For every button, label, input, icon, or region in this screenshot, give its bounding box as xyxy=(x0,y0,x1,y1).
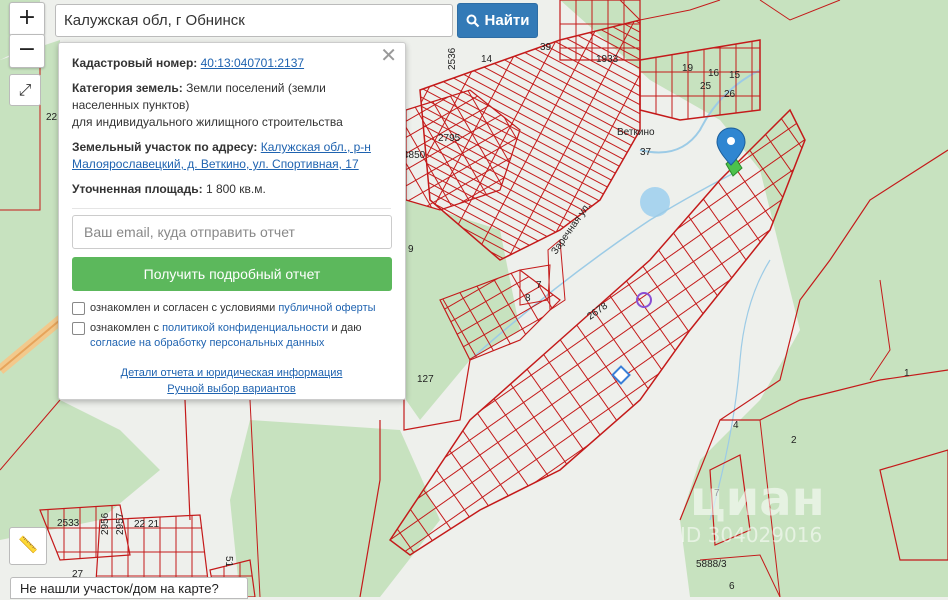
divider xyxy=(72,208,391,209)
offer-consent-row: ознакомлен и согласен с условиями публич… xyxy=(72,301,391,316)
consent-text: и даю xyxy=(331,322,362,334)
privacy-policy-link[interactable]: политикой конфиденциальности xyxy=(162,322,328,334)
cad-number-label: 51 xyxy=(223,556,234,568)
cad-number-label: 2533 xyxy=(57,518,80,529)
privacy-consent-row: ознакомлен с политикой конфиденциальност… xyxy=(72,321,391,351)
cad-number-label: 1933 xyxy=(596,54,619,65)
address-row: Земельный участок по адресу: Калужская о… xyxy=(72,139,391,173)
cad-number-label: 4850 xyxy=(403,150,426,161)
privacy-consent-text: ознакомлен с политикой конфиденциальност… xyxy=(90,321,391,351)
watermark-id: ID 304029016 xyxy=(680,523,822,547)
personal-data-consent-link[interactable]: согласие на обработку персональных данны… xyxy=(90,337,324,349)
consent-text: ознакомлен с xyxy=(90,322,160,334)
search-button[interactable]: Найти xyxy=(457,3,538,38)
cad-number-label: 16 xyxy=(708,68,720,79)
offer-consent-checkbox[interactable] xyxy=(72,302,85,315)
offer-link[interactable]: публичной оферты xyxy=(278,302,375,314)
cad-number-label: 21 xyxy=(148,519,160,530)
search-input[interactable]: Калужская обл, г Обнинск xyxy=(55,4,453,37)
area-row: Уточненная площадь: 1 800 кв.м. xyxy=(72,181,391,198)
category-label: Категория земель: xyxy=(72,81,183,95)
manual-selection-link[interactable]: Ручной выбор вариантов xyxy=(167,383,295,395)
cad-number-label: 14 xyxy=(481,54,493,65)
watermark-brand: циан xyxy=(690,471,825,527)
cad-number-label: 22 xyxy=(134,519,146,530)
cad-number-label: 1 xyxy=(904,368,910,379)
cad-number-label: 127 xyxy=(417,374,434,385)
parcel-info-panel: ✕ Кадастровый номер: 40:13:040701:2137 К… xyxy=(58,42,406,400)
category-use: для индивидуального жилищного строительс… xyxy=(72,115,343,129)
panel-links: Детали отчета и юридическая информация Р… xyxy=(72,365,391,397)
cadastral-row: Кадастровый номер: 40:13:040701:2137 xyxy=(72,55,391,72)
report-details-link[interactable]: Детали отчета и юридическая информация xyxy=(121,367,343,379)
search-button-label: Найти xyxy=(484,12,530,29)
close-icon[interactable]: ✕ xyxy=(380,45,397,65)
fullscreen-icon[interactable]: ⤢ xyxy=(9,74,41,106)
area-label: Уточненная площадь: xyxy=(72,182,203,196)
cad-number-label: 7 xyxy=(536,280,542,291)
cad-number-label: 6 xyxy=(729,581,735,592)
email-field[interactable]: Ваш email, куда отправить отчет xyxy=(72,215,392,249)
cad-number-label: 2956 xyxy=(100,512,111,535)
search-icon xyxy=(466,14,479,27)
get-report-button[interactable]: Получить подробный отчет xyxy=(72,257,392,291)
cad-number-label: 8 xyxy=(525,293,531,304)
zoom-out-button[interactable]: − xyxy=(9,34,45,68)
address-label: Земельный участок по адресу: xyxy=(72,140,258,154)
cad-number-label: 26 xyxy=(724,89,736,100)
consent-text: ознакомлен и согласен с условиями xyxy=(90,302,276,314)
cad-number-label: 2 xyxy=(791,435,797,446)
cad-number-label: 5888/3 xyxy=(696,559,727,570)
cad-number-label: 25 xyxy=(700,81,712,92)
privacy-consent-checkbox[interactable] xyxy=(72,322,85,335)
offer-consent-text: ознакомлен и согласен с условиями публич… xyxy=(90,301,376,316)
cad-number-label: 22 xyxy=(46,112,58,123)
cad-number-label: 15 xyxy=(729,70,741,81)
cad-number-label: 2536 xyxy=(447,47,458,70)
cad-number-label: 2795 xyxy=(438,133,461,144)
cad-number-label: 19 xyxy=(682,63,694,74)
not-found-button[interactable]: Не нашли участок/дом на карте? xyxy=(10,577,248,599)
cadastral-number-link[interactable]: 40:13:040701:2137 xyxy=(201,56,304,70)
category-row: Категория земель: Земли поселений (земли… xyxy=(72,80,391,131)
cadastral-label: Кадастровый номер: xyxy=(72,56,198,70)
village-label: Веткино xyxy=(617,127,655,138)
cad-number-label: 4 xyxy=(733,420,739,431)
ruler-icon[interactable]: 📏 xyxy=(9,527,47,565)
cad-number-label: 39 xyxy=(540,42,552,53)
zoom-in-button[interactable]: + xyxy=(9,2,45,36)
area-value: 1 800 кв.м. xyxy=(205,182,266,196)
cad-number-label: 9 xyxy=(408,244,414,255)
cad-number-label: 37 xyxy=(640,147,652,158)
cad-number-label: 2957 xyxy=(115,512,126,535)
